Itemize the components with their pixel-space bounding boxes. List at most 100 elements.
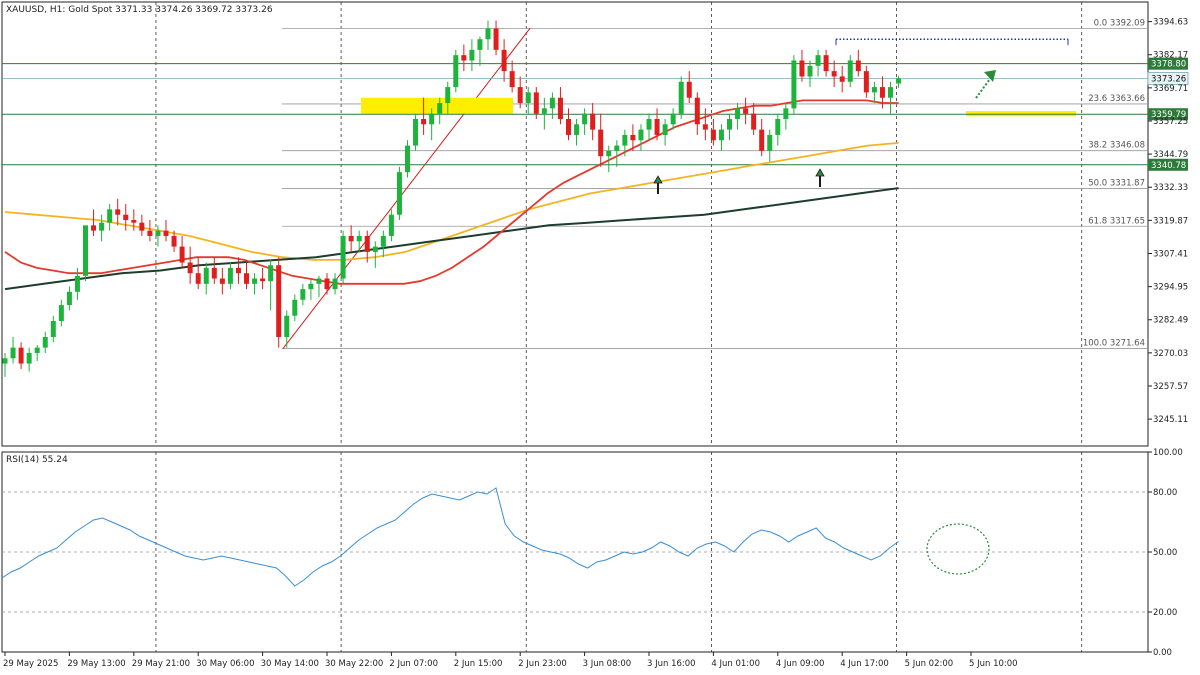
candle[interactable] [847, 55, 853, 88]
candle[interactable] [574, 118, 580, 146]
candle[interactable] [203, 262, 209, 295]
candle[interactable] [501, 39, 507, 82]
candle[interactable] [260, 267, 266, 290]
candle[interactable] [18, 342, 24, 369]
candle[interactable] [735, 103, 741, 130]
candle[interactable] [775, 113, 781, 146]
candle[interactable] [380, 230, 386, 258]
candle[interactable] [855, 49, 861, 77]
candle[interactable] [751, 103, 757, 135]
candle-body [187, 262, 193, 274]
candle[interactable] [815, 49, 821, 77]
candle[interactable] [807, 60, 813, 88]
candle[interactable] [799, 49, 805, 82]
candle[interactable] [863, 65, 869, 98]
candle[interactable] [252, 273, 258, 295]
candle[interactable] [2, 352, 8, 377]
candle[interactable] [244, 262, 249, 290]
candle[interactable] [292, 294, 298, 322]
candle[interactable] [791, 55, 797, 114]
candle[interactable] [316, 275, 322, 298]
candle[interactable] [340, 230, 346, 284]
candle[interactable] [268, 259, 274, 311]
candle[interactable] [839, 65, 845, 93]
candle[interactable] [823, 49, 829, 77]
candle[interactable] [477, 36, 483, 66]
candle[interactable] [107, 204, 113, 231]
candle[interactable] [405, 140, 410, 178]
candle[interactable] [871, 81, 877, 104]
candle[interactable] [356, 230, 362, 252]
candle[interactable] [66, 286, 72, 311]
candle[interactable] [461, 44, 467, 72]
candle[interactable] [493, 20, 499, 56]
candle[interactable] [413, 113, 419, 151]
candle[interactable] [614, 140, 620, 167]
candle[interactable] [638, 124, 644, 151]
candle[interactable] [469, 39, 475, 72]
candle[interactable] [557, 87, 563, 125]
candle[interactable] [187, 246, 193, 284]
candle[interactable] [332, 273, 338, 295]
candle[interactable] [743, 97, 749, 125]
candle[interactable] [662, 118, 668, 146]
candle[interactable] [219, 267, 225, 295]
candle[interactable] [58, 299, 64, 327]
candle[interactable] [388, 209, 394, 242]
candle[interactable] [83, 225, 88, 282]
candle[interactable] [485, 20, 491, 50]
candle[interactable] [195, 257, 201, 290]
candle[interactable] [783, 103, 789, 130]
candle[interactable] [888, 81, 893, 114]
candle[interactable] [348, 225, 354, 252]
candle[interactable] [147, 220, 153, 242]
price-chart-svg[interactable]: 0.0 3392.09 23.6 3363.66 38.2 3346.08 50.0 … [0, 0, 1200, 675]
candle[interactable] [227, 262, 233, 290]
candle[interactable] [678, 76, 684, 119]
candle[interactable] [598, 113, 604, 167]
candle[interactable] [42, 331, 48, 353]
candle[interactable] [727, 113, 732, 141]
candle[interactable] [99, 214, 105, 242]
candle[interactable] [276, 257, 282, 348]
candle[interactable] [549, 92, 555, 119]
candle-body [638, 129, 644, 141]
candle[interactable] [831, 60, 837, 88]
candle[interactable] [10, 336, 16, 364]
candle[interactable] [372, 241, 378, 268]
candle-body [590, 113, 596, 130]
candle[interactable] [646, 113, 652, 141]
candle-layer[interactable] [2, 20, 902, 377]
candle[interactable] [541, 97, 547, 130]
candle[interactable] [324, 273, 330, 295]
candle[interactable] [139, 214, 145, 236]
candle[interactable] [453, 49, 459, 93]
candle-body [670, 113, 676, 125]
candle[interactable] [179, 235, 185, 268]
candle[interactable] [235, 257, 241, 284]
candle[interactable] [91, 209, 97, 236]
candle[interactable] [525, 87, 531, 114]
candle-body [26, 352, 32, 364]
candle[interactable] [300, 283, 306, 306]
candle[interactable] [694, 92, 700, 135]
candle[interactable] [759, 118, 765, 157]
candle[interactable] [123, 204, 129, 231]
candle[interactable] [590, 103, 596, 141]
candle[interactable] [211, 257, 217, 284]
candle[interactable] [34, 344, 40, 361]
candle[interactable] [767, 129, 773, 162]
candle[interactable] [582, 108, 588, 135]
candle[interactable] [396, 166, 402, 221]
candle[interactable] [718, 124, 724, 151]
candle[interactable] [308, 278, 314, 300]
candle[interactable] [509, 60, 515, 93]
candle[interactable] [50, 315, 56, 343]
candle-body [139, 222, 145, 231]
candle[interactable] [26, 347, 32, 372]
candle[interactable] [702, 108, 708, 141]
candle[interactable] [686, 71, 692, 104]
candle[interactable] [566, 108, 571, 141]
candle-body [284, 315, 290, 337]
candle[interactable] [115, 198, 121, 226]
